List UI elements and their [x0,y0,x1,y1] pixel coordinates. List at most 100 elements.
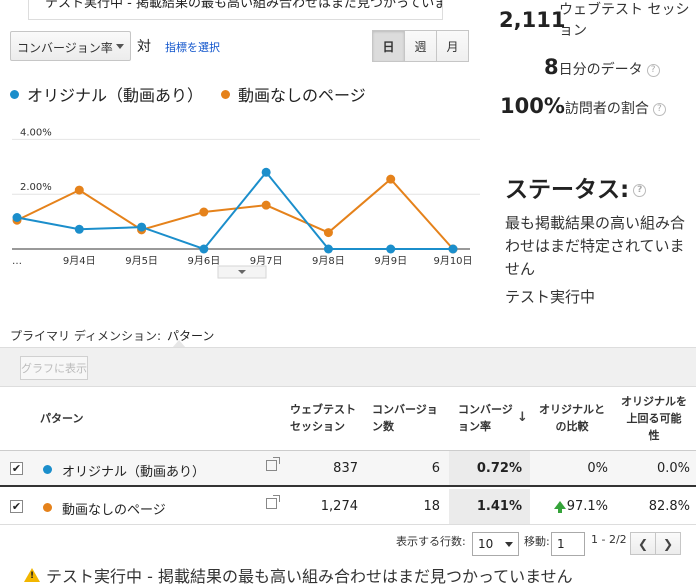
data-point [323,228,333,238]
x-tick-label: … [12,256,22,267]
row-compare: 97.1% [566,499,608,514]
data-point [386,174,396,184]
open-page-icon[interactable] [266,457,280,471]
plot-rows-button[interactable]: グラフに表示 [20,356,88,380]
col-conv-rate[interactable]: コンバージ ョン率 [458,401,513,435]
help-icon[interactable]: ? [652,102,666,116]
row-conversions: 6 [431,461,440,476]
top-banner-text: テスト実行中 - 掲載結果の最も高い組み合わせはまだ見つかっていません [45,0,443,11]
stat-visitors: 100%訪問者の割合? [500,94,666,118]
data-point [199,244,209,254]
rows-per-page-value: 10 [478,537,494,551]
series-line [16,170,453,251]
data-point [323,244,333,254]
row-conv-rate: 1.41% [476,499,522,514]
chevron-left-icon: ❮ [637,536,649,551]
data-point [74,224,84,234]
data-point [261,200,271,210]
col-pattern[interactable]: パターン [40,410,83,427]
col-conversions-line: ン数 [372,420,394,433]
col-probability-line: オリジナルを [621,395,687,408]
prev-page-button[interactable]: ❮ [630,532,656,555]
help-icon[interactable]: ? [646,63,660,77]
status-title: ステータス: [505,177,630,203]
row-probability: 0.0% [656,461,690,476]
visitors-label: 訪問者の割合 [564,101,649,117]
row-probability: 82.8% [648,499,690,514]
period-month-button[interactable]: 月 [436,30,469,62]
legend-item-no-video: 動画なしのページ [221,82,366,106]
x-tick-label: 9月10日 [433,255,472,267]
data-point [448,244,458,254]
x-tick-label: 9月7日 [250,255,283,267]
col-compare-line: の比較 [555,420,589,433]
legend-label: 動画なしのページ [238,86,366,105]
col-sessions-line: ウェブテスト [290,403,356,416]
metric-select[interactable]: コンバージョン率 [10,31,131,61]
table-row: ✔ オリジナル（動画あり） 837 6 0.72% 0% 0.0% [0,451,696,487]
row-conversions: 18 [423,499,440,514]
col-conv-rate-line: コンバージ [458,403,513,416]
table-row: ✔ 動画なしのページ 1,274 18 1.41% 97.1% 82.8% [0,489,696,525]
next-page-button[interactable]: ❯ [655,532,681,555]
vs-label: 対 [137,39,151,55]
warning-message: テスト実行中 - 掲載結果の最も高い組み合わせはまだ見つかっていません [24,563,573,587]
chart-legend: オリジナル（動画あり） 動画なしのページ [10,82,366,106]
rows-per-page-select[interactable]: 10 [472,532,519,556]
legend-dot-icon [10,89,19,99]
series-dot-icon [43,503,52,512]
row-sessions: 1,274 [320,499,358,514]
table-header: パターン ウェブテスト セッション コンバージョ ン数 コンバージ ョン率 ↓ … [0,388,696,451]
stat-sessions: 2,111 [499,8,565,32]
y-tick-label: 2.00% [20,182,52,193]
days-label: 日分のデータ [558,62,643,78]
row-compare: 0% [587,461,608,476]
help-icon[interactable]: ? [633,184,647,197]
col-probability[interactable]: オリジナルを 上回る可能 性 [616,393,692,444]
data-point [137,222,147,232]
choose-metric-link[interactable]: 指標を選択 [165,39,220,55]
col-compare-line: オリジナルと [539,403,605,416]
col-sessions[interactable]: ウェブテスト セッション [290,401,356,435]
open-page-icon[interactable] [266,495,280,509]
col-sessions-line: セッション [290,420,345,433]
col-conversions[interactable]: コンバージョ ン数 [372,401,438,435]
x-tick-label: 9月5日 [125,255,158,267]
period-day-button[interactable]: 日 [372,30,405,62]
legend-dot-icon [221,89,231,99]
chevron-down-icon [116,44,124,49]
legend-item-original: オリジナル（動画あり） [10,82,203,106]
y-tick-label: 4.00% [20,127,52,138]
x-tick-label: 9月4日 [63,255,96,267]
period-week-button[interactable]: 週 [404,30,437,62]
chevron-down-icon [505,542,513,547]
col-compare[interactable]: オリジナルと の比較 [536,401,608,435]
primary-dimension-label: プライマリ ディメンション: [10,329,162,343]
sort-down-icon[interactable]: ↓ [517,410,528,425]
row-pattern-name: オリジナル（動画あり） [62,465,206,480]
status-text: 最も掲載結果の高い組み合わせはまだ特定されていません [505,214,686,278]
row-checkbox[interactable]: ✔ [10,500,23,513]
status-heading: ステータス:? [505,170,647,204]
visitors-value: 100% [500,94,565,118]
days-value: 8 [544,55,559,79]
stat-days: 8日分のデータ? [544,55,660,79]
col-probability-line: 上回る可能 [626,412,682,425]
x-tick-label: 9月6日 [187,255,220,267]
x-tick-label: 9月9日 [374,255,407,267]
legend-label: オリジナル（動画あり） [27,86,204,105]
series-dot-icon [43,465,52,474]
metric-select-value: コンバージョン率 [17,41,113,55]
row-pattern-name: 動画なしのページ [62,503,166,518]
col-conversions-line: コンバージョ [372,403,438,416]
chevron-right-icon: ❯ [662,536,674,551]
page-range: 1 - 2/2 [591,533,627,546]
top-status-banner: テスト実行中 - 掲載結果の最も高い組み合わせはまだ見つかっていません [28,0,443,20]
col-probability-line: 性 [648,429,660,442]
page-nav: ❮ ❯ [630,532,681,555]
row-checkbox[interactable]: ✔ [10,462,23,475]
data-point [199,207,209,217]
conversion-rate-chart: 4.00% 2.00% … 9月4日 9月5日 9月6日 9月7日 9月8日 9月9日 9月10日 [12,127,480,279]
goto-page-input[interactable]: 1 [551,532,585,556]
sessions-value: 2,111 [499,8,566,32]
